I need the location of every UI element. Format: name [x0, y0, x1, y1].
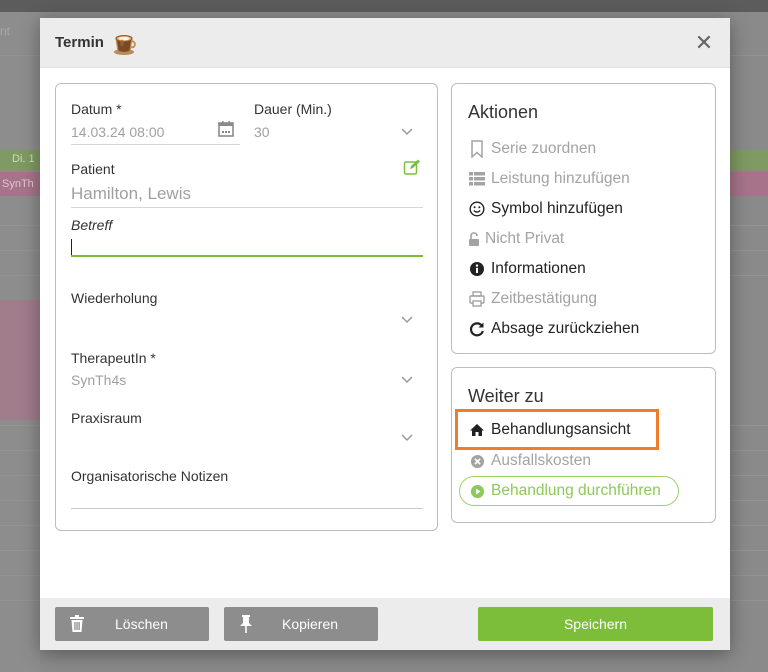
weiter-label: Behandlungsansicht	[491, 421, 631, 438]
trash-icon	[67, 614, 87, 634]
action-label: Leistung hinzufügen	[491, 170, 630, 187]
info-icon	[468, 260, 486, 278]
absage-zurueckziehen-action[interactable]: Absage zurückziehen	[468, 318, 639, 340]
betreff-label: Betreff	[71, 217, 113, 233]
background-event-block	[0, 300, 40, 420]
nicht-privat-action[interactable]: Nicht Privat	[468, 228, 564, 250]
datum-underline	[71, 144, 240, 145]
weiter-label: Ausfallskosten	[491, 452, 591, 469]
zeitbestaetigung-action[interactable]: Zeitbestätigung	[468, 288, 597, 310]
background-event-right	[730, 172, 768, 196]
notizen-input[interactable]	[71, 508, 423, 509]
ausfallskosten-link[interactable]: Ausfallskosten	[468, 450, 591, 472]
list-icon	[468, 170, 486, 188]
copy-label: Kopieren	[282, 616, 339, 632]
action-label: Informationen	[491, 260, 586, 277]
smiley-icon	[468, 200, 486, 218]
notizen-label: Organisatorische Notizen	[71, 468, 229, 484]
behandlung-durchfuehren-button[interactable]: Behandlung durchführen	[459, 476, 679, 506]
text-cursor	[71, 239, 72, 255]
betreff-input[interactable]	[71, 237, 423, 257]
action-label: Absage zurückziehen	[491, 320, 640, 337]
cancel-circle-icon	[468, 452, 486, 470]
printer-icon	[468, 290, 486, 308]
dauer-select[interactable]: 30	[254, 124, 270, 140]
wiederholung-label: Wiederholung	[71, 290, 158, 306]
therapeut-label: TherapeutIn *	[71, 350, 156, 366]
appointment-dialog: Termin ✕ Datum * 14.03.24 08:00 Dauer (M…	[40, 18, 730, 650]
dauer-label: Dauer (Min.)	[254, 101, 332, 117]
datum-field[interactable]: 14.03.24 08:00	[71, 124, 164, 140]
leistung-hinzufuegen-action[interactable]: Leistung hinzufügen	[468, 168, 630, 190]
save-button[interactable]: Speichern	[478, 607, 713, 641]
refresh-icon	[468, 320, 486, 338]
chevron-down-icon[interactable]	[400, 372, 414, 386]
action-label: Nicht Privat	[485, 230, 565, 247]
pin-icon	[236, 614, 256, 634]
background-day-label: Di. 1	[12, 153, 35, 165]
patient-underline	[71, 207, 423, 208]
therapeut-select[interactable]: SynTh4s	[71, 372, 126, 388]
dialog-title: Termin	[55, 34, 104, 51]
weiter-label: Behandlung durchführen	[491, 482, 661, 499]
behandlungsansicht-link[interactable]: Behandlungsansicht	[468, 419, 631, 441]
unlock-icon	[468, 230, 480, 248]
actions-heading: Aktionen	[468, 102, 539, 122]
chevron-down-icon[interactable]	[400, 312, 414, 326]
dialog-header: Termin ✕	[40, 18, 730, 68]
dialog-footer: Löschen Kopieren Speichern	[40, 598, 730, 650]
patient-label: Patient	[71, 161, 115, 177]
play-circle-icon	[468, 482, 486, 500]
weiter-heading: Weiter zu	[468, 386, 544, 406]
serie-zuordnen-action[interactable]: Serie zuordnen	[468, 138, 596, 160]
action-label: Symbol hinzufügen	[491, 200, 623, 217]
datum-label: Datum *	[71, 101, 122, 117]
praxisraum-label: Praxisraum	[71, 410, 142, 426]
delete-button[interactable]: Löschen	[55, 607, 209, 641]
delete-label: Löschen	[115, 616, 168, 632]
edit-icon[interactable]	[403, 158, 421, 176]
chevron-down-icon[interactable]	[400, 430, 414, 444]
coffee-cup-icon	[111, 30, 137, 56]
informationen-action[interactable]: Informationen	[468, 258, 586, 280]
weiter-panel: Weiter zu Behandlungsansicht Ausfallskos…	[451, 367, 716, 523]
close-icon[interactable]: ✕	[692, 30, 716, 56]
actions-panel: Aktionen Serie zuordnen Leistung hinzufü…	[451, 83, 716, 354]
home-icon	[468, 421, 486, 439]
calendar-icon[interactable]	[217, 120, 235, 138]
background-topbar	[0, 0, 768, 12]
action-label: Zeitbestätigung	[491, 290, 597, 307]
background-corner-text: nt	[0, 24, 11, 38]
action-label: Serie zuordnen	[491, 140, 597, 157]
bookmark-icon	[468, 140, 486, 158]
patient-field[interactable]: Hamilton, Lewis	[71, 184, 191, 204]
copy-button[interactable]: Kopieren	[224, 607, 378, 641]
appointment-form: Datum * 14.03.24 08:00 Dauer (Min.) 30 P…	[55, 83, 438, 531]
background-day-header-right	[730, 150, 768, 170]
symbol-hinzufuegen-action[interactable]: Symbol hinzufügen	[468, 198, 623, 220]
chevron-down-icon[interactable]	[400, 124, 414, 138]
background-event-label: SynTh	[2, 178, 34, 190]
